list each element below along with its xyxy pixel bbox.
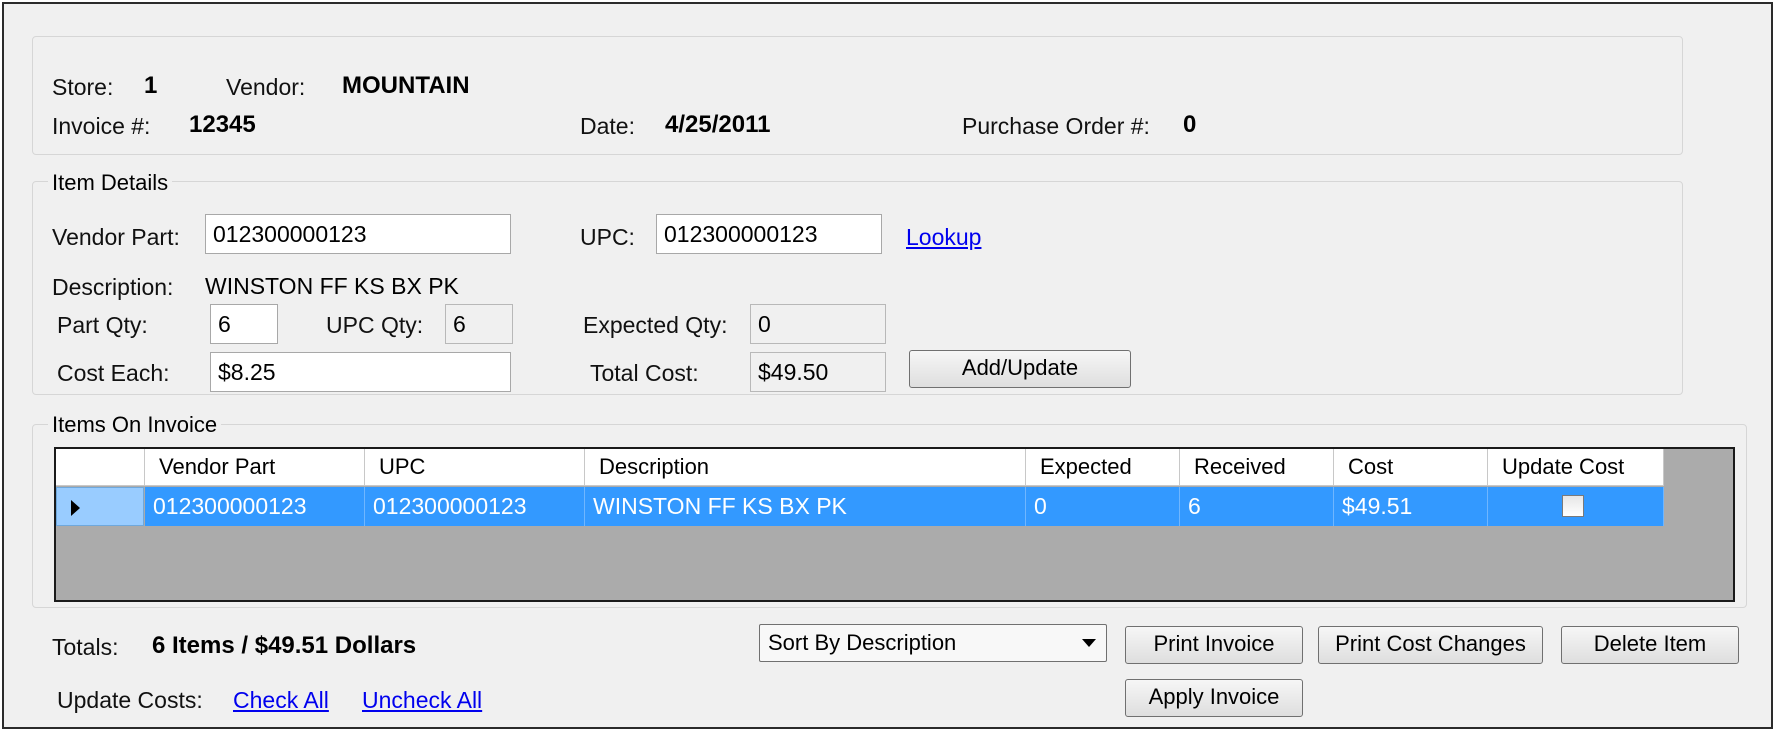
items-on-invoice-title: Items On Invoice	[48, 412, 222, 438]
column-header-cost[interactable]: Cost	[1334, 449, 1488, 486]
delete-item-button[interactable]: Delete Item	[1561, 626, 1739, 664]
totals-label: Totals:	[52, 634, 119, 660]
invoice-window: Store: 1 Vendor: MOUNTAIN Invoice #: 123…	[2, 2, 1773, 729]
vendor-label: Vendor:	[226, 74, 306, 100]
print-cost-changes-button[interactable]: Print Cost Changes	[1318, 626, 1543, 664]
invoice-number-label: Invoice #:	[52, 113, 151, 139]
check-all-link[interactable]: Check All	[233, 687, 329, 714]
upc-qty-field: 6	[445, 304, 513, 344]
part-qty-input[interactable]: 6	[210, 304, 278, 344]
grid-corner-header	[56, 449, 145, 486]
description-value: WINSTON FF KS BX PK	[205, 273, 459, 299]
table-row-received[interactable]: 6	[1180, 487, 1334, 526]
chevron-down-icon[interactable]	[1082, 639, 1096, 647]
table-row-upc[interactable]: 012300000123	[365, 487, 585, 526]
upc-input[interactable]: 012300000123	[656, 214, 882, 254]
table-row-expected[interactable]: 0	[1026, 487, 1180, 526]
table-row-cost[interactable]: $49.51	[1334, 487, 1488, 526]
purchase-order-value: 0	[1183, 111, 1197, 138]
current-row-arrow-icon	[71, 500, 80, 516]
expected-qty-label: Expected Qty:	[583, 312, 728, 338]
column-header-vendor-part[interactable]: Vendor Part	[145, 449, 365, 486]
total-cost-label: Total Cost:	[590, 360, 699, 386]
date-label: Date:	[580, 113, 635, 139]
upc-label: UPC:	[580, 224, 635, 250]
date-value: 4/25/2011	[665, 111, 771, 138]
invoice-number-value: 12345	[189, 111, 256, 138]
vendor-part-label: Vendor Part:	[52, 224, 180, 250]
description-label: Description:	[52, 274, 174, 300]
table-row-update-cost-cell[interactable]	[1488, 487, 1664, 526]
update-costs-label: Update Costs:	[57, 687, 203, 713]
update-cost-checkbox[interactable]	[1562, 495, 1584, 517]
purchase-order-label: Purchase Order #:	[962, 113, 1150, 139]
sort-dropdown[interactable]: Sort By Description	[759, 624, 1107, 662]
upc-qty-label: UPC Qty:	[326, 312, 424, 338]
column-header-expected[interactable]: Expected	[1026, 449, 1180, 486]
expected-qty-field: 0	[750, 304, 886, 344]
totals-value: 6 Items / $49.51 Dollars	[152, 632, 417, 659]
sort-dropdown-value: Sort By Description	[768, 630, 957, 655]
lookup-link[interactable]: Lookup	[906, 224, 981, 251]
vendor-value: MOUNTAIN	[342, 72, 470, 99]
print-invoice-button[interactable]: Print Invoice	[1125, 626, 1303, 664]
column-header-upc[interactable]: UPC	[365, 449, 585, 486]
column-header-received[interactable]: Received	[1180, 449, 1334, 486]
cost-each-label: Cost Each:	[57, 360, 170, 386]
store-label: Store:	[52, 74, 114, 100]
vendor-part-input[interactable]: 012300000123	[205, 214, 511, 254]
table-row-description[interactable]: WINSTON FF KS BX PK	[585, 487, 1026, 526]
column-header-update-cost[interactable]: Update Cost	[1488, 449, 1664, 486]
apply-invoice-button[interactable]: Apply Invoice	[1125, 679, 1303, 717]
add-update-button[interactable]: Add/Update	[909, 350, 1131, 388]
items-grid[interactable]: Vendor Part UPC Description Expected Rec…	[54, 447, 1735, 602]
column-header-description[interactable]: Description	[585, 449, 1026, 486]
part-qty-label: Part Qty:	[57, 312, 148, 338]
store-value: 1	[144, 72, 158, 99]
uncheck-all-link[interactable]: Uncheck All	[362, 687, 482, 714]
total-cost-field: $49.50	[750, 352, 886, 392]
cost-each-input[interactable]: $8.25	[210, 352, 511, 392]
item-details-title: Item Details	[48, 170, 173, 196]
table-row-vendor-part[interactable]: 012300000123	[145, 487, 365, 526]
row-selector[interactable]	[56, 487, 144, 526]
